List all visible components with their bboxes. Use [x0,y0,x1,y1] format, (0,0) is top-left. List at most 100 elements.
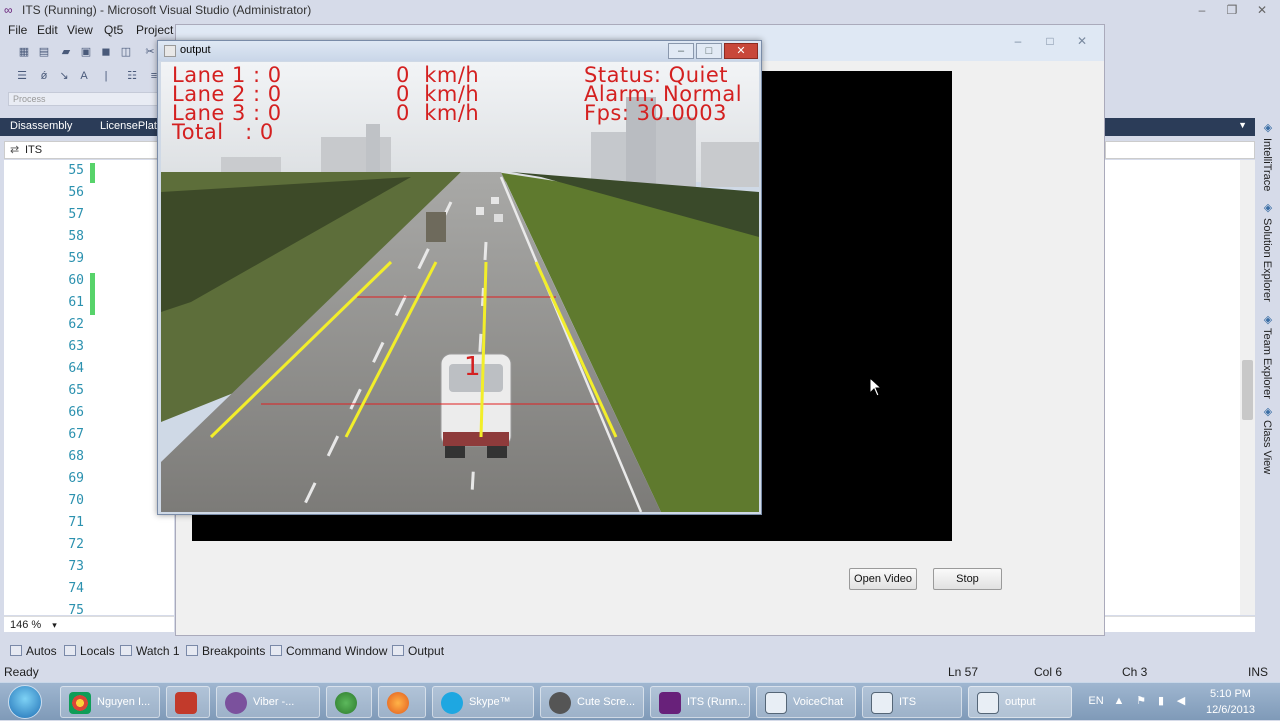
window-icon [765,692,787,714]
chevron-down-icon[interactable]: ▾ [52,620,57,630]
status-col: Col 6 [1034,665,1063,679]
side-tab-team-explorer[interactable]: Team Explorer [1261,328,1273,399]
right-scope-dropdown[interactable] [1105,141,1255,159]
chevron-down-icon[interactable]: ▼ [1238,120,1247,130]
taskbar-cute-screen[interactable]: Cute Scre... [540,686,644,718]
clock-time[interactable]: 5:10 PM [1210,688,1251,700]
member-list-icon[interactable]: ↘ [56,68,72,84]
tab-autos[interactable]: Autos [10,644,57,658]
globe-icon [335,692,357,714]
taskbar-maps[interactable] [326,686,372,718]
output-maximize-button[interactable]: □ [696,43,722,59]
scope-dropdown[interactable]: ⇄ ITS [4,141,170,159]
tab-licenseplate[interactable]: LicensePlat [100,120,157,132]
qt-close-button[interactable]: ✕ [1068,33,1096,49]
output-minimize-button[interactable]: – [668,43,694,59]
car [494,214,503,222]
quick-info-icon[interactable]: ǿ [36,68,52,84]
line-number: 63 [68,339,84,354]
line-number: 57 [68,207,84,222]
start-button[interactable] [8,685,42,719]
word-complete-icon[interactable]: A [76,68,92,84]
change-marker [90,273,95,315]
vertical-scrollbar[interactable] [1240,160,1255,615]
taskbar-voicechat[interactable]: VoiceChat [756,686,856,718]
chevron-up-icon[interactable]: ▲ [1112,694,1126,708]
taskbar-viber[interactable]: Viber -... [216,686,320,718]
volume-icon[interactable]: ◀ [1174,694,1188,708]
menu-edit[interactable]: Edit [37,23,58,37]
side-tab-solution-explorer[interactable]: Solution Explorer [1261,218,1273,302]
output-title: output [180,44,211,56]
team-explorer-icon: ◈ [1263,314,1273,326]
taskbar-app[interactable] [166,686,210,718]
line-number: 58 [68,229,84,244]
output-titlebar: output – □ ✕ [158,41,761,61]
line-number: 62 [68,317,84,332]
maximize-button[interactable]: ❐ [1220,2,1244,18]
tab-command-window[interactable]: Command Window [270,644,387,658]
network-icon[interactable]: ▮ [1154,694,1168,708]
viber-icon [225,692,247,714]
visual-studio-icon [659,692,681,714]
scrollbar-thumb[interactable] [1242,360,1253,420]
total-count: Total : 0 [172,120,274,144]
side-tab-class-view[interactable]: Class View [1261,420,1273,474]
tab-watch1[interactable]: Watch 1 [120,644,180,658]
tab-output[interactable]: Output [392,644,444,658]
taskbar-output[interactable]: output [968,686,1072,718]
minimize-button[interactable]: – [1190,2,1214,18]
line-number: 69 [68,471,84,486]
taskbar-chrome[interactable]: Nguyen I... [60,686,160,718]
tab-locals[interactable]: Locals [64,644,115,658]
qt-minimize-button[interactable]: – [1004,33,1032,49]
building [321,137,391,177]
line-number: 72 [68,537,84,552]
add-item-icon[interactable]: ▤ [36,44,52,60]
change-marker [90,163,95,183]
language-indicator[interactable]: EN [1086,694,1106,708]
side-tab-intellitrace[interactable]: IntelliTrace [1261,138,1273,191]
chrome-icon [69,692,91,714]
open-video-button[interactable]: Open Video [849,568,917,590]
save-icon[interactable]: ◼ [98,44,114,60]
output-close-button[interactable]: ✕ [724,43,758,59]
tab-breakpoints[interactable]: Breakpoints [186,644,265,658]
tab-disassembly[interactable]: Disassembly [10,120,72,132]
lane3-speed: 0 km/h [396,101,480,125]
indent-icon[interactable]: ☷ [124,68,140,84]
taskbar-firefox[interactable] [378,686,426,718]
line-number: 73 [68,559,84,574]
outline-icon[interactable]: ☰ [14,68,30,84]
right-editor[interactable] [1105,160,1255,615]
close-button[interactable]: ✕ [1250,2,1274,18]
separator-icon: | [104,70,108,82]
stop-button[interactable]: Stop [933,568,1002,590]
command-window-icon [270,645,282,656]
taskbar-its-running[interactable]: ITS (Runn... [650,686,750,718]
open-file-icon[interactable]: ▣ [78,44,94,60]
process-combobox[interactable]: Process [8,92,158,106]
document-tabs: Disassembly LicensePlat [0,118,170,136]
clock-date[interactable]: 12/6/2013 [1206,704,1255,716]
output-window: output – □ ✕ Lane 1: 0 Lane 2: 0 Lane … [157,40,762,515]
open-folder-icon[interactable]: ▰ [58,44,74,60]
menu-view[interactable]: View [67,23,93,37]
taskbar-its[interactable]: ITS [862,686,962,718]
line-number: 64 [68,361,84,376]
taskbar-skype[interactable]: Skype™ [432,686,534,718]
new-project-icon[interactable]: ▦ [16,44,32,60]
window-title: ITS (Running) - Microsoft Visual Studio … [22,3,312,17]
qt-maximize-button[interactable]: □ [1036,33,1064,49]
cut-icon[interactable]: ✂ [142,44,158,60]
code-editor[interactable]: 55 56 57 58 59 60 61 62 63 64 65 66 67 68 69 70 71 72 73 74… [4,160,174,618]
right-bottom-bar [1105,616,1255,632]
mouse-cursor-icon [869,377,883,397]
flag-icon[interactable]: ⚑ [1134,694,1148,708]
menu-file[interactable]: File [8,23,27,37]
menu-qt5[interactable]: Qt5 [104,23,123,37]
zoom-level[interactable]: 146 % ▾ [4,616,174,632]
menu-project[interactable]: Project [136,23,173,37]
scope-label: ITS [25,144,43,156]
save-all-icon[interactable]: ◫ [118,44,134,60]
